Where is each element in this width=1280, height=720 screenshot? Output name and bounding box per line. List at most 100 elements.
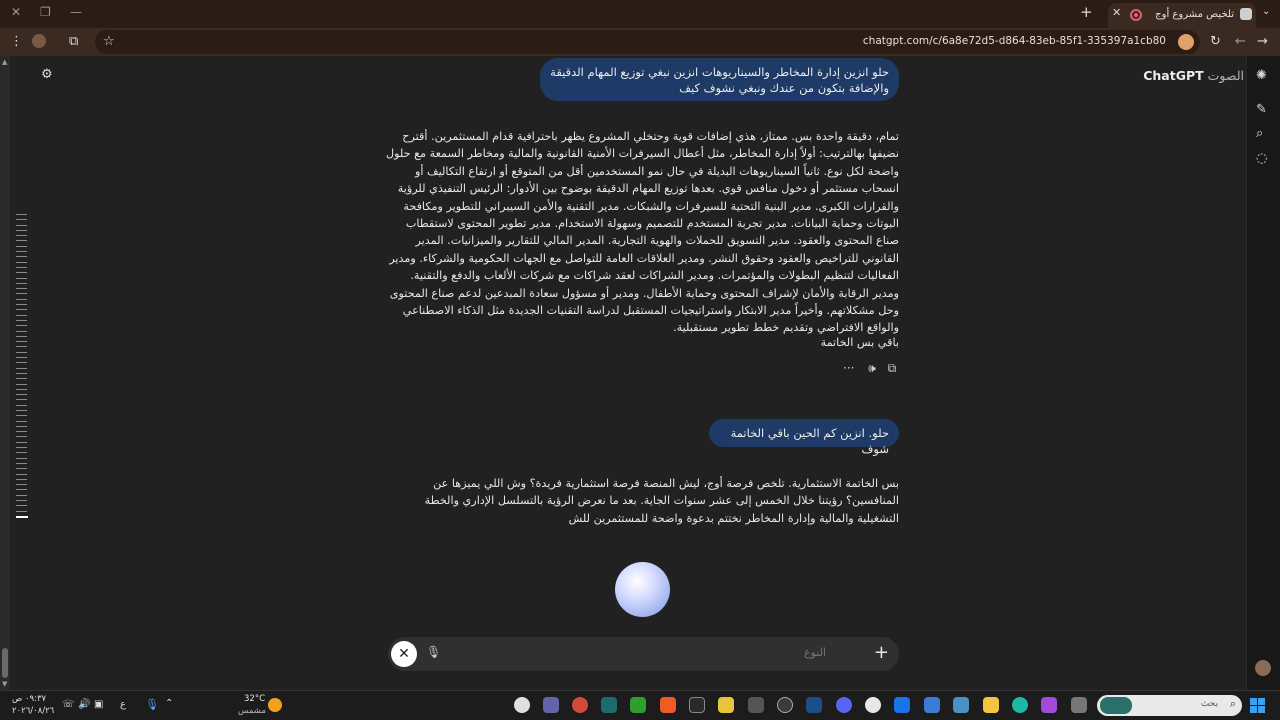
message-input[interactable] (446, 646, 826, 659)
tray-expand-icon[interactable]: ⌃ (165, 698, 173, 709)
minimap-tick[interactable] (16, 235, 27, 237)
minimap-tick[interactable] (16, 314, 27, 316)
minimap-tick[interactable] (16, 452, 27, 454)
minimap-tick[interactable] (16, 468, 27, 470)
weather-desc[interactable]: مشمس (238, 706, 266, 716)
window-restore-button[interactable]: ❐ (40, 5, 51, 19)
minimap-tick[interactable] (16, 351, 27, 353)
minimap-tick[interactable] (16, 341, 27, 343)
xbox-icon[interactable] (630, 697, 646, 713)
minimap-tick[interactable] (16, 309, 27, 311)
minimap-tick[interactable] (16, 457, 27, 459)
minimap-tick[interactable] (16, 462, 27, 464)
outlook-icon[interactable] (894, 697, 910, 713)
microphone-icon[interactable]: 🎙 (145, 698, 159, 711)
window-minimize-button[interactable]: — (70, 5, 82, 19)
minimap-tick[interactable] (16, 378, 27, 380)
minimap-tick[interactable] (16, 288, 27, 290)
window-close-button[interactable]: ✕ (11, 5, 21, 19)
url-text[interactable]: chatgpt.com/c/6a8e72d5-d864-83eb-85f1-33… (863, 35, 1166, 47)
minimap-tick[interactable] (16, 500, 27, 502)
browser-menu-icon[interactable]: ⋮ (10, 34, 23, 49)
store-icon[interactable] (924, 697, 940, 713)
minimap-tick[interactable] (16, 494, 27, 496)
minimap-tick[interactable] (16, 420, 27, 422)
minimap-tick[interactable] (16, 325, 27, 327)
minimap-tick[interactable] (16, 330, 27, 332)
network-icon[interactable]: ▣ (94, 699, 103, 710)
minimap-tick[interactable] (16, 372, 27, 374)
minimap-tick[interactable] (16, 510, 27, 512)
minimap-tick[interactable] (16, 505, 27, 507)
profile-avatar[interactable] (32, 34, 46, 48)
mic-off-icon[interactable]: 🎙 (426, 645, 441, 659)
minimap-tick[interactable] (16, 447, 27, 449)
minimap-tick[interactable] (16, 319, 27, 321)
minimap-tick[interactable] (16, 484, 27, 486)
notifications-icon[interactable]: ☏ (62, 699, 75, 710)
steam-icon[interactable] (806, 697, 822, 713)
minimap-tick[interactable] (16, 240, 27, 242)
minimap-tick[interactable] (16, 515, 28, 518)
copy-icon[interactable]: ⧉ (888, 361, 897, 375)
minimap-tick[interactable] (16, 304, 27, 306)
minimap-tick[interactable] (16, 266, 27, 268)
voice-orb[interactable] (615, 562, 670, 617)
conversation-minimap[interactable] (16, 214, 28, 522)
browser-tab[interactable]: تلخيص مشروع أوج ✕ (1108, 3, 1256, 28)
minimap-tick[interactable] (16, 441, 27, 443)
minimap-tick[interactable] (16, 357, 27, 359)
minimap-tick[interactable] (16, 335, 27, 337)
google-app-icon[interactable] (514, 697, 530, 713)
end-voice-button[interactable]: ✕ (391, 641, 417, 667)
tab-search-icon[interactable]: ⌄ (1262, 6, 1270, 17)
minimap-tick[interactable] (16, 415, 27, 417)
minimap-tick[interactable] (16, 489, 27, 491)
tab-close-button[interactable]: ✕ (1112, 6, 1121, 19)
clock-time[interactable]: ٠٩:٣٧ ص (12, 694, 46, 704)
x-app-icon[interactable] (601, 697, 617, 713)
page-scrollbar[interactable]: ▲ ▼ (0, 56, 10, 690)
minimap-tick[interactable] (16, 478, 27, 480)
minimap-tick[interactable] (16, 362, 27, 364)
minimap-tick[interactable] (16, 293, 27, 295)
clock-date[interactable]: ٢٠٢٦/٠٨/٢٦ (12, 706, 54, 716)
extensions-icon[interactable]: ⧉ (69, 34, 78, 49)
photos-icon[interactable] (953, 697, 969, 713)
user-avatar[interactable] (1255, 660, 1271, 676)
minimap-tick[interactable] (16, 245, 27, 247)
minimap-tick[interactable] (16, 346, 27, 348)
read-aloud-icon[interactable]: 🕪 (868, 361, 876, 375)
minimap-tick[interactable] (16, 399, 27, 401)
minimap-tick[interactable] (16, 425, 27, 427)
bookmark-star-icon[interactable]: ☆ (103, 34, 115, 49)
minimap-tick[interactable] (16, 383, 27, 385)
brave-icon[interactable] (660, 697, 676, 713)
app-brand[interactable]: ChatGPT الصوت (1143, 68, 1244, 83)
minimap-tick[interactable] (16, 409, 27, 411)
chrome-icon[interactable] (865, 697, 881, 713)
scroll-up-icon[interactable]: ▲ (2, 58, 7, 66)
language-indicator[interactable]: ع (120, 699, 126, 710)
search-icon[interactable]: ⌕ (1256, 126, 1263, 141)
rockstar-icon[interactable] (718, 697, 734, 713)
app-icon[interactable] (572, 697, 588, 713)
minimap-tick[interactable] (16, 473, 27, 475)
minimap-tick[interactable] (16, 282, 27, 284)
copilot-icon[interactable] (1041, 697, 1057, 713)
minimap-tick[interactable] (16, 229, 27, 231)
minimap-tick[interactable] (16, 394, 27, 396)
discord-icon[interactable] (836, 697, 852, 713)
minimap-tick[interactable] (16, 272, 27, 274)
windows-start-icon[interactable] (1250, 698, 1265, 713)
minimap-tick[interactable] (16, 436, 27, 438)
new-chat-icon[interactable]: ✎ (1256, 102, 1267, 117)
task-view-icon[interactable] (1071, 697, 1087, 713)
weather-temp[interactable]: 32°C (244, 694, 265, 704)
minimap-tick[interactable] (16, 431, 27, 433)
teams-icon[interactable] (543, 697, 559, 713)
scroll-down-icon[interactable]: ▼ (2, 680, 7, 688)
minimap-tick[interactable] (16, 367, 27, 369)
minimap-tick[interactable] (16, 404, 27, 406)
openai-logo-icon[interactable]: ✺ (1256, 68, 1267, 83)
